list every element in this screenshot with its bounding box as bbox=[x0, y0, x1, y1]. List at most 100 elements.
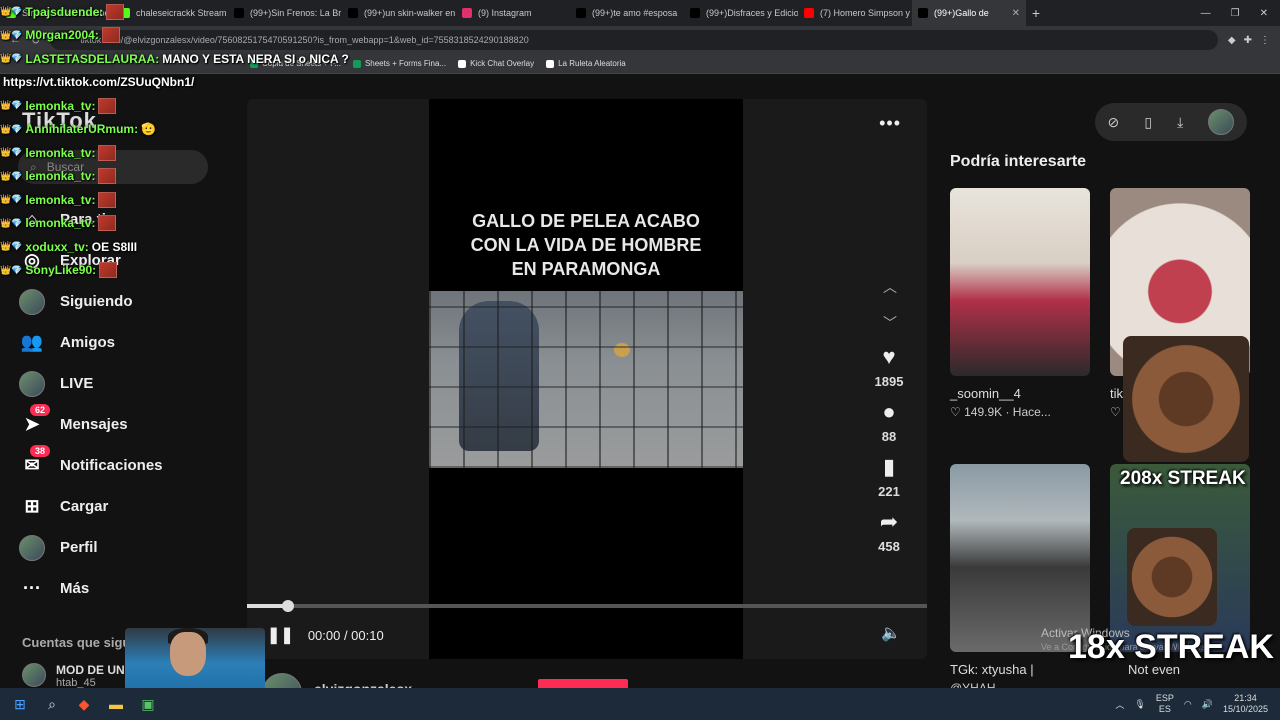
puzzle-icon[interactable]: ✚ bbox=[1244, 35, 1252, 46]
profile-avatar[interactable] bbox=[1208, 109, 1235, 135]
chat-badge-icon: 👑💎 bbox=[0, 6, 23, 17]
chat-emote bbox=[98, 191, 117, 208]
browser-tab[interactable]: (9) Instagram bbox=[456, 0, 570, 26]
minimize-icon[interactable]: — bbox=[1201, 8, 1211, 19]
streak-counter: 18x STREAK bbox=[1068, 628, 1274, 666]
chat-text: 🫡 bbox=[141, 122, 157, 137]
bookmark-item[interactable]: Kick Chat Overlay bbox=[458, 59, 534, 68]
chat-nick: lemonka_tv: bbox=[25, 216, 96, 231]
chat-nick: lemonka_tv: bbox=[25, 169, 96, 184]
sidebar-item-label: Cargar bbox=[60, 498, 109, 515]
video-frame[interactable]: GALLO DE PELEA ACABO CON LA VIDA DE HOMB… bbox=[429, 99, 743, 659]
tab-label: (99+)te amo #esposa bbox=[592, 8, 678, 18]
chat-badge-icon: 👑💎 bbox=[0, 170, 23, 181]
share-button[interactable]: ➦ 458 bbox=[869, 509, 909, 554]
streak-counter: 208x STREAK bbox=[1120, 468, 1246, 489]
chat-message: 👑💎 lemonka_tv: bbox=[0, 94, 380, 118]
rec-thumbnail bbox=[950, 464, 1090, 652]
comment-icon: ● bbox=[882, 399, 896, 424]
chat-message: 👑💎 Tpajsduende: bbox=[0, 0, 380, 24]
extension-icon[interactable]: ◆ bbox=[1228, 35, 1236, 46]
coin-icon[interactable]: ⊘ bbox=[1108, 114, 1120, 131]
plus-square-icon: ⊞ bbox=[24, 496, 40, 516]
sidebar-item-siguiendo[interactable]: Siguiendo bbox=[18, 281, 218, 322]
close-icon[interactable]: ✕ bbox=[1012, 8, 1020, 19]
progress-knob[interactable] bbox=[281, 600, 294, 612]
notification-badge: 62 bbox=[30, 404, 51, 416]
brave-icon[interactable]: ◆ bbox=[74, 694, 94, 714]
app-icon[interactable]: ▣ bbox=[138, 694, 158, 714]
mic-icon[interactable]: 🎙 bbox=[1134, 699, 1145, 710]
speaker-icon[interactable]: 🔊 bbox=[1202, 699, 1213, 710]
top-actions: ⊘ ▯ ⤓ bbox=[1095, 103, 1247, 141]
download-icon[interactable]: ⤓ bbox=[1177, 114, 1183, 131]
caption-line: CON LA VIDA DE HOMBRE bbox=[470, 235, 702, 255]
chat-emote bbox=[106, 3, 125, 20]
bookmark-icon: ▮ bbox=[882, 454, 896, 479]
like-count: 1895 bbox=[874, 374, 904, 389]
save-button[interactable]: ▮ 221 bbox=[869, 454, 909, 499]
wifi-icon[interactable]: ◠ bbox=[1184, 699, 1192, 710]
lang-label: ESP bbox=[1155, 693, 1174, 703]
phone-icon[interactable]: ▯ bbox=[1144, 114, 1152, 131]
rec-thumbnail bbox=[950, 188, 1090, 376]
comment-button[interactable]: ● 88 bbox=[869, 399, 909, 444]
video-clip bbox=[429, 291, 743, 468]
sidebar-item-más[interactable]: ··· Más bbox=[18, 568, 218, 609]
tab-favicon bbox=[690, 8, 700, 18]
chat-badge-icon: 👑💎 bbox=[0, 29, 23, 40]
chevron-down-icon[interactable]: ﹀ bbox=[883, 305, 897, 341]
chat-emote bbox=[98, 168, 117, 185]
more-icon: ··· bbox=[23, 578, 41, 598]
avatar bbox=[18, 288, 46, 316]
close-icon[interactable]: ✕ bbox=[1260, 8, 1268, 19]
sidebar-item-mensajes[interactable]: ➤ Mensajes 62 bbox=[18, 404, 218, 445]
comment-count: 88 bbox=[881, 429, 897, 444]
menu-icon[interactable]: ⋮ bbox=[1260, 35, 1270, 46]
caption-line: GALLO DE PELEA ACABO bbox=[472, 211, 700, 231]
bookmark-item[interactable]: La Ruleta Aleatoria bbox=[546, 59, 626, 68]
search-icon[interactable]: ⌕ bbox=[42, 694, 62, 714]
progress-bar[interactable] bbox=[247, 600, 927, 612]
time-display: 00:00 / 00:10 bbox=[307, 627, 384, 643]
chevron-up-icon[interactable]: ︿ bbox=[1115, 698, 1124, 711]
sidebar-item-notificaciones[interactable]: ✉ Notificaciones 38 bbox=[18, 445, 218, 486]
chat-text: MANO Y ESTA NERA SI o NICA ? bbox=[162, 51, 349, 66]
volume-icon[interactable]: 🔈 bbox=[881, 623, 901, 643]
chat-badge-icon: 👑💎 bbox=[0, 53, 23, 64]
chevron-up-icon[interactable]: ︿ bbox=[883, 269, 897, 305]
clock[interactable]: 21:34 15/10/2025 bbox=[1223, 693, 1268, 715]
sidebar-item-perfil[interactable]: Perfil bbox=[18, 527, 218, 568]
folder-icon[interactable]: ▬ bbox=[106, 694, 126, 714]
browser-tab[interactable]: (99+)Disfraces y Edicio bbox=[684, 0, 798, 26]
sidebar-item-cargar[interactable]: ⊞ Cargar bbox=[18, 486, 218, 527]
tab-label: (7) Homero Simpson y bbox=[820, 8, 911, 18]
chat-nick: M0rgan2004: bbox=[25, 28, 99, 43]
notification-badge: 38 bbox=[30, 445, 51, 457]
chat-badge-icon: 👑💎 bbox=[0, 264, 23, 275]
tab-label: (99+)Disfraces y Edicio bbox=[706, 8, 798, 18]
sidebar-item-label: Siguiendo bbox=[60, 293, 133, 310]
more-options-icon[interactable]: ••• bbox=[879, 113, 901, 134]
browser-tab[interactable]: (7) Homero Simpson y bbox=[798, 0, 912, 26]
sidebar-item-amigos[interactable]: 👥 Amigos bbox=[18, 322, 218, 363]
extensions: ◆ ✚ ⋮ bbox=[1228, 35, 1270, 46]
windows-start-icon[interactable]: ⊞ bbox=[10, 694, 30, 714]
stream-chat-overlay: 👑💎 Tpajsduende: 👑💎 M0rgan2004: 👑💎 LASTETASDEL… bbox=[0, 0, 380, 282]
chat-emote bbox=[101, 27, 120, 44]
restore-icon[interactable]: ❐ bbox=[1231, 8, 1240, 19]
chat-message: 👑💎 lemonka_tv: bbox=[0, 188, 380, 212]
avatar bbox=[19, 370, 45, 397]
sidebar-item-label: Más bbox=[60, 580, 90, 597]
chat-message: 👑💎 SonyLike90: bbox=[0, 259, 380, 283]
browser-tab[interactable]: (99+)Gallo de ✕ bbox=[912, 0, 1026, 26]
sidebar-item-live[interactable]: LIVE bbox=[18, 363, 218, 404]
avatar bbox=[19, 288, 45, 315]
new-tab-button[interactable]: + bbox=[1026, 5, 1046, 21]
language-indicator[interactable]: ESP ES bbox=[1156, 693, 1174, 715]
like-button[interactable]: ♥ 1895 bbox=[869, 344, 909, 389]
chat-message: https://vt.tiktok.com/ZSUuQNbn1/ bbox=[0, 71, 380, 95]
rec-card[interactable]: _soomin__4 ♡ 149.9K · Hace... bbox=[950, 188, 1090, 419]
browser-tab[interactable]: (99+)te amo #esposa bbox=[570, 0, 684, 26]
pause-icon[interactable]: ❚❚ bbox=[267, 625, 294, 645]
